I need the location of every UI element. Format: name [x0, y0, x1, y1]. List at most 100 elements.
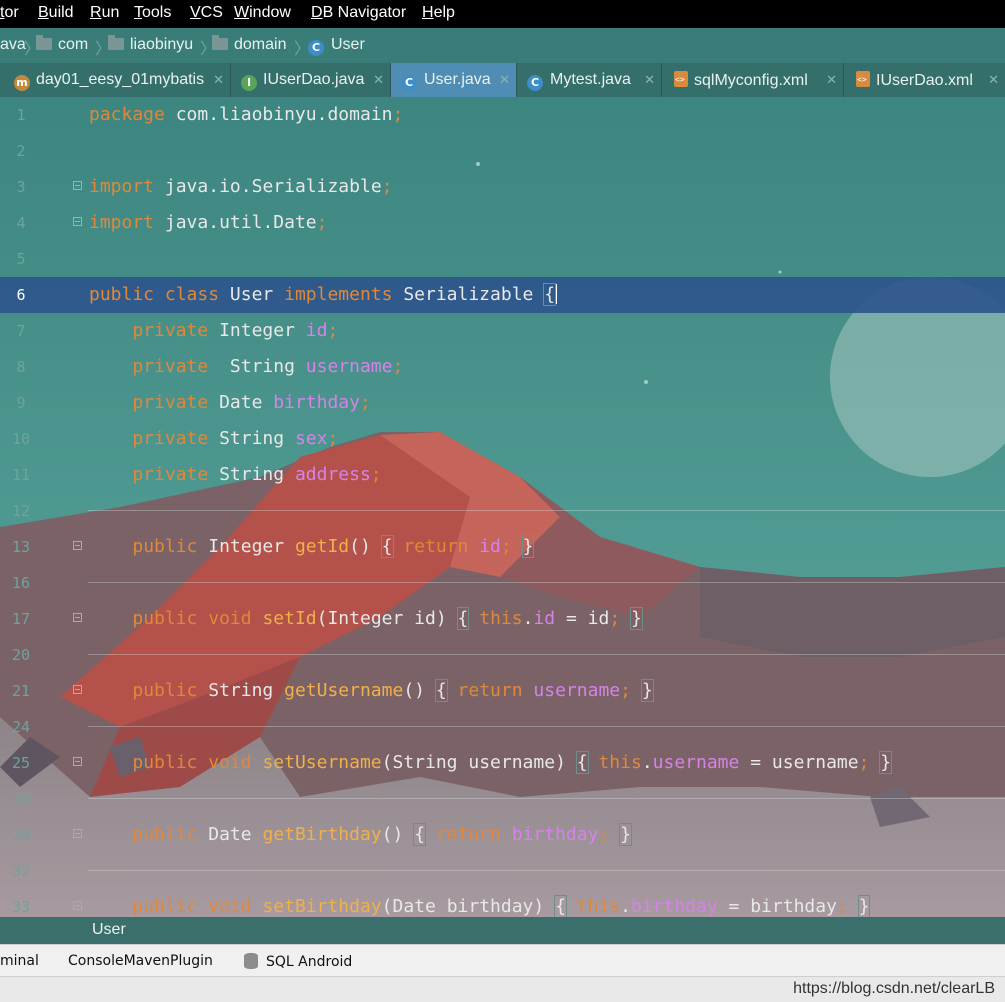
close-icon[interactable]: ✕ [213, 72, 224, 88]
close-icon[interactable]: ✕ [988, 72, 999, 88]
fold-toggle-icon[interactable] [73, 829, 82, 838]
fold-toggle-icon[interactable] [73, 685, 82, 694]
code-line[interactable]: 25 public void setUsername(String userna… [0, 745, 1005, 781]
menu-run[interactable]: Run [90, 4, 119, 22]
tool-window-consolemavenplugin[interactable]: ConsoleMavenPlugin [68, 953, 213, 969]
code-line[interactable]: 33 public void setBirthday(Date birthday… [0, 889, 1005, 917]
line-code: public void setId(Integer id) { this.id … [132, 607, 643, 630]
menu-help[interactable]: Help [422, 4, 455, 22]
close-icon[interactable]: ✕ [644, 72, 655, 88]
editor-breadcrumb-footer: User [0, 917, 1005, 944]
code-line[interactable]: 17 public void setId(Integer id) { this.… [0, 601, 1005, 637]
line-number: 28 [11, 790, 31, 808]
method-separator [88, 654, 1005, 655]
code-line[interactable]: 20 [0, 637, 1005, 673]
line-number: 17 [11, 610, 31, 628]
method-separator [88, 798, 1005, 799]
breadcrumb-item-com[interactable]: com [36, 35, 89, 54]
line-number: 33 [11, 898, 31, 916]
close-icon[interactable]: ✕ [499, 72, 510, 88]
menu-window[interactable]: Window [234, 4, 291, 22]
code-line[interactable]: 9 private Date birthday; [0, 385, 1005, 421]
xml-file-icon [856, 71, 870, 87]
breadcrumb-item-java[interactable]: ava [0, 36, 26, 54]
fold-toggle-icon[interactable] [73, 901, 82, 910]
folder-icon [36, 35, 52, 50]
tab-label: day01_eesy_01mybatis [36, 71, 205, 88]
code-line[interactable]: 2 [0, 133, 1005, 169]
tab-sqlmyconfig-xml[interactable]: sqlMyconfig.xml ✕ [662, 63, 844, 97]
menu-db-navigator[interactable]: DB Navigator [311, 4, 406, 22]
code-line[interactable]: 1 package com.liaobinyu.domain; [0, 97, 1005, 133]
tab-day01-eesy-01mybatis[interactable]: m day01_eesy_01mybatis ✕ [0, 63, 231, 97]
breadcrumb-label: com [58, 36, 89, 53]
fold-toggle-icon[interactable] [73, 217, 82, 226]
tab-label: IUserDao.java [263, 71, 365, 88]
code-line[interactable]: 7 private Integer id; [0, 313, 1005, 349]
method-separator [88, 510, 1005, 511]
menu-tools[interactable]: Tools [134, 4, 171, 22]
xml-file-icon [674, 71, 688, 87]
line-code: import java.util.Date; [89, 212, 328, 233]
fold-toggle-icon[interactable] [73, 613, 82, 622]
code-editor[interactable]: 1 package com.liaobinyu.domain; 2 3 import j… [0, 97, 1005, 917]
breadcrumb-item-liaobinyu[interactable]: liaobinyu [108, 35, 193, 54]
menu-vcs[interactable]: VCS [190, 4, 223, 22]
line-number: 10 [11, 430, 31, 448]
tab-label: Mytest.java [550, 71, 631, 88]
code-line[interactable]: 16 [0, 565, 1005, 601]
tab-user-java[interactable]: C User.java ✕ [391, 63, 517, 97]
code-line[interactable]: 32 [0, 853, 1005, 889]
code-line[interactable]: 28 [0, 781, 1005, 817]
tool-window-terminal[interactable]: minal [0, 953, 39, 969]
breadcrumb-item-user[interactable]: C User [308, 36, 365, 56]
database-icon [244, 953, 258, 969]
line-code: private String username; [132, 356, 404, 377]
code-line[interactable]: 5 [0, 241, 1005, 277]
close-icon[interactable]: ✕ [373, 72, 384, 88]
line-code: private String address; [132, 464, 382, 485]
code-line[interactable]: 24 [0, 709, 1005, 745]
line-code: public class User implements Serializabl… [89, 283, 558, 306]
code-line[interactable]: 21 public String getUsername() { return … [0, 673, 1005, 709]
code-line[interactable]: 3 import java.io.Serializable; [0, 169, 1005, 205]
interface-icon: I [241, 75, 257, 91]
code-line[interactable]: 29 public Date getBirthday() { return bi… [0, 817, 1005, 853]
close-icon[interactable]: ✕ [826, 72, 837, 88]
line-code: private Integer id; [132, 320, 339, 341]
method-separator [88, 870, 1005, 871]
code-line[interactable]: 6 public class User implements Serializab… [0, 277, 1005, 313]
tab-mytest-java[interactable]: C Mytest.java ✕ [517, 63, 662, 97]
line-number: 9 [16, 394, 26, 412]
editor-tab-bar: m day01_eesy_01mybatis ✕ I IUserDao.java ✕… [0, 63, 1005, 98]
tab-iuserdao-java[interactable]: I IUserDao.java ✕ [231, 63, 391, 97]
line-number: 12 [11, 502, 31, 520]
menu-editor[interactable]: tor [0, 4, 19, 22]
fold-toggle-icon[interactable] [73, 541, 82, 550]
breadcrumb-item-domain[interactable]: domain [212, 35, 286, 54]
menu-build[interactable]: Build [38, 4, 74, 22]
code-line[interactable]: 12 [0, 493, 1005, 529]
line-number: 5 [16, 250, 26, 268]
code-line[interactable]: 10 private String sex; [0, 421, 1005, 457]
line-number: 8 [16, 358, 26, 376]
line-number: 29 [11, 826, 31, 844]
code-line[interactable]: 8 private String username; [0, 349, 1005, 385]
line-number: 4 [16, 214, 26, 232]
class-icon: C [401, 75, 417, 91]
code-line[interactable]: 4 import java.util.Date; [0, 205, 1005, 241]
line-number: 16 [11, 574, 31, 592]
tab-iuserdao-xml[interactable]: IUserDao.xml ✕ [844, 63, 1005, 97]
line-code: public void setBirthday(Date birthday) {… [132, 895, 871, 917]
menu-bar: tor Build Run Tools VCS Window DB Naviga… [0, 0, 1005, 28]
line-number: 11 [11, 466, 31, 484]
fold-toggle-icon[interactable] [73, 181, 82, 190]
code-line[interactable]: 11 private String address; [0, 457, 1005, 493]
watermark-text: https://blog.csdn.net/clearLB [793, 980, 995, 997]
fold-toggle-icon[interactable] [73, 757, 82, 766]
line-code: public String getUsername() { return use… [132, 679, 654, 702]
tool-window-sql-android[interactable]: SQL Android [244, 953, 352, 970]
code-line[interactable]: 13 public Integer getId() { return id; } [0, 529, 1005, 565]
current-class-label[interactable]: User [92, 921, 126, 939]
breadcrumb: ava 〉 com 〉 liaobinyu 〉 domain 〉 C User [0, 28, 1005, 63]
